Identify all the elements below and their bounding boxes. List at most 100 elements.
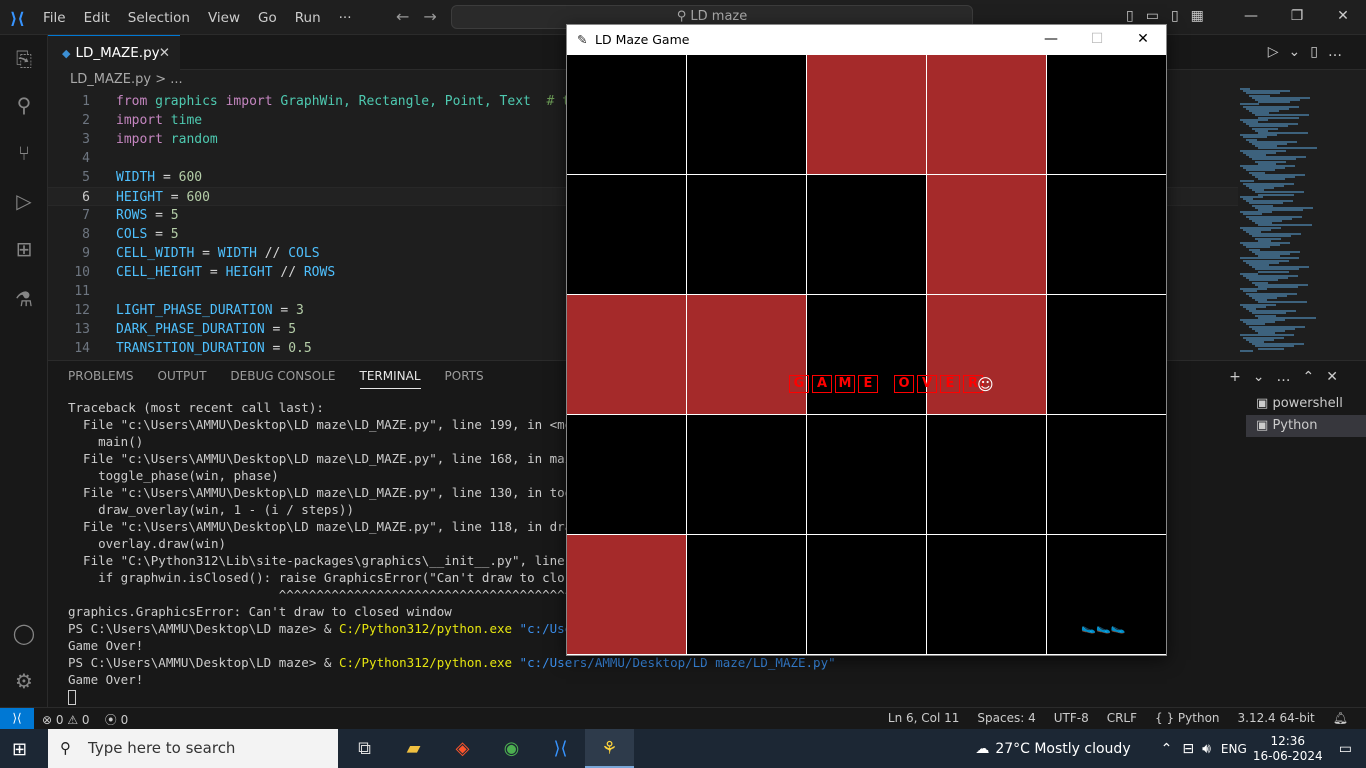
system-tray: ☁ 27°C Mostly cloudy ⌃ ⊟ 🔊︎ ENG 12:36 16… xyxy=(975,729,1366,768)
tab-debug-console[interactable]: DEBUG CONSOLE xyxy=(230,369,335,389)
run-python-icon[interactable]: ▷ xyxy=(1268,44,1289,60)
tab-problems[interactable]: PROBLEMS xyxy=(68,369,134,389)
weather-cloud-icon[interactable]: ☁ xyxy=(975,741,989,757)
settings-gear-icon[interactable]: ⚙ xyxy=(10,667,38,695)
chrome-icon[interactable]: ◉ xyxy=(487,729,536,768)
customize-layout-icon[interactable]: ▦ xyxy=(1191,8,1204,24)
menu-more[interactable]: ··· xyxy=(330,10,361,26)
maze-cell xyxy=(687,535,806,654)
maze-cell xyxy=(927,175,1046,294)
toggle-sidebar-icon[interactable]: ▯ xyxy=(1126,8,1134,24)
extensions-icon[interactable]: ⊞ xyxy=(10,235,38,263)
game-title-bar: ✎ LD Maze Game — ☐ ✕ xyxy=(567,25,1166,55)
editor-scrollbar[interactable] xyxy=(1352,92,1366,358)
search-icon: ⚲ xyxy=(60,739,71,757)
taskbar-apps: ⧉ ▰ ◈ ◉ ⟩⟨ ⚘ xyxy=(340,729,634,768)
windows-start-icon[interactable]: ⊞ xyxy=(12,739,27,760)
restore-button[interactable]: ❐ xyxy=(1274,0,1320,35)
toggle-panel-icon[interactable]: ▭ xyxy=(1146,8,1159,24)
file-explorer-icon[interactable]: ▰ xyxy=(389,729,438,768)
terminal-dropdown-icon[interactable]: ⌄ xyxy=(1253,369,1277,385)
terminal-item-powershell[interactable]: ▣ powershell xyxy=(1246,393,1366,415)
menu-go[interactable]: Go xyxy=(249,10,286,26)
new-terminal-icon[interactable]: + xyxy=(1229,369,1253,385)
terminal-cursor xyxy=(68,690,76,705)
source-control-icon[interactable]: ⑂ xyxy=(10,139,38,167)
task-view-icon[interactable]: ⧉ xyxy=(340,729,389,768)
menu-edit[interactable]: Edit xyxy=(75,10,119,26)
testing-flask-icon[interactable]: ⚗ xyxy=(10,285,38,313)
python-interpreter[interactable]: 3.12.4 64-bit xyxy=(1238,711,1315,725)
maze-grid[interactable]: GAMEOVER ☺ 🥿🥿🥿 xyxy=(567,55,1166,655)
menu-view[interactable]: View xyxy=(199,10,249,26)
volume-icon[interactable]: 🔊︎ xyxy=(1202,741,1211,757)
minimap-line xyxy=(1258,193,1294,196)
cursor-position[interactable]: Ln 6, Col 11 xyxy=(888,711,960,725)
clock[interactable]: 12:36 16-06-2024 xyxy=(1253,734,1323,764)
terminal-item-python[interactable]: ▣ Python xyxy=(1246,415,1366,437)
terminal-list: ▣ powershell ▣ Python xyxy=(1246,393,1366,437)
explorer-icon[interactable]: ⎘ xyxy=(10,45,38,73)
language-mode[interactable]: { } Python xyxy=(1155,711,1220,725)
tab-output[interactable]: OUTPUT xyxy=(158,369,207,389)
search-view-icon[interactable]: ⚲ xyxy=(10,91,38,119)
close-button[interactable]: ✕ xyxy=(1320,0,1366,35)
minimize-button[interactable]: — xyxy=(1228,0,1274,35)
terminal-output-line: Game Over! xyxy=(68,672,144,687)
game-over-letter: G xyxy=(789,375,809,393)
ports-count[interactable]: ⦿ 0 xyxy=(105,713,128,727)
end-of-line[interactable]: CRLF xyxy=(1107,711,1137,725)
notifications-bell-icon[interactable]: 🔔︎ xyxy=(1333,711,1348,725)
game-close-button[interactable]: ✕ xyxy=(1120,25,1166,53)
run-debug-icon[interactable]: ▷ xyxy=(10,187,38,215)
more-actions-icon[interactable]: … xyxy=(1328,44,1352,60)
python-taskbar-icon[interactable]: ⚘ xyxy=(585,729,634,768)
taskbar-search-box[interactable]: ⚲ Type here to search xyxy=(48,729,338,768)
maze-cell xyxy=(807,295,926,414)
encoding[interactable]: UTF-8 xyxy=(1054,711,1089,725)
back-arrow-icon[interactable]: ← xyxy=(396,7,423,26)
maximize-panel-icon[interactable]: ⌃ xyxy=(1303,369,1327,385)
forward-arrow-icon[interactable]: → xyxy=(423,7,450,26)
maze-cell xyxy=(927,535,1046,654)
menu-run[interactable]: Run xyxy=(286,10,330,26)
maze-cell xyxy=(567,55,686,174)
run-dropdown-icon[interactable]: ⌄ xyxy=(1289,44,1311,60)
minimap[interactable] xyxy=(1238,88,1350,358)
game-maximize-button[interactable]: ☐ xyxy=(1074,25,1120,53)
panel-more-icon[interactable]: … xyxy=(1277,369,1303,385)
minimap-line xyxy=(1258,347,1284,350)
breadcrumb[interactable]: LD_MAZE.py > ... xyxy=(70,72,183,87)
network-icon[interactable]: ⊟ xyxy=(1182,741,1194,757)
show-hidden-icons-icon[interactable]: ⌃ xyxy=(1161,741,1173,757)
vscode-taskbar-icon[interactable]: ⟩⟨ xyxy=(536,729,585,768)
split-editor-icon[interactable]: ▯ xyxy=(1310,44,1328,60)
input-language[interactable]: ENG xyxy=(1221,742,1247,756)
menu-file[interactable]: File xyxy=(34,10,75,26)
toggle-secondary-sidebar-icon[interactable]: ▯ xyxy=(1171,8,1179,24)
tab-ld-maze[interactable]: ◆ LD_MAZE.py ✕ xyxy=(48,35,180,70)
close-tab-icon[interactable]: ✕ xyxy=(159,36,170,70)
close-panel-icon[interactable]: ✕ xyxy=(1326,369,1350,385)
terminal-cursor-line xyxy=(68,688,1244,705)
game-over-letter: O xyxy=(894,375,914,393)
panel-actions: +⌄…⌃✕ xyxy=(1229,369,1350,385)
maze-cell xyxy=(927,55,1046,174)
brave-browser-icon[interactable]: ◈ xyxy=(438,729,487,768)
terminal-icon: ▣ xyxy=(1256,396,1269,411)
remote-indicator-icon[interactable]: ⟩⟨ xyxy=(0,708,34,730)
maze-cell xyxy=(927,295,1046,414)
problems-count[interactable]: ⊗ 0 ⚠ 0 xyxy=(42,713,90,727)
notification-center-icon[interactable]: ▭ xyxy=(1339,741,1352,757)
weather-text[interactable]: 27°C Mostly cloudy xyxy=(995,741,1130,757)
game-over-letter: E xyxy=(940,375,960,393)
game-over-letter: A xyxy=(812,375,832,393)
terminal-prompt-line: PS C:\Users\AMMU\Desktop\LD maze> & C:/P… xyxy=(68,655,836,670)
menu-selection[interactable]: Selection xyxy=(119,10,199,26)
tab-ports[interactable]: PORTS xyxy=(445,369,484,389)
account-icon[interactable]: ◯ xyxy=(10,619,38,647)
terminal-icon: ▣ xyxy=(1256,418,1269,433)
tab-terminal[interactable]: TERMINAL xyxy=(359,369,421,389)
game-minimize-button[interactable]: — xyxy=(1028,25,1074,53)
indentation[interactable]: Spaces: 4 xyxy=(977,711,1035,725)
